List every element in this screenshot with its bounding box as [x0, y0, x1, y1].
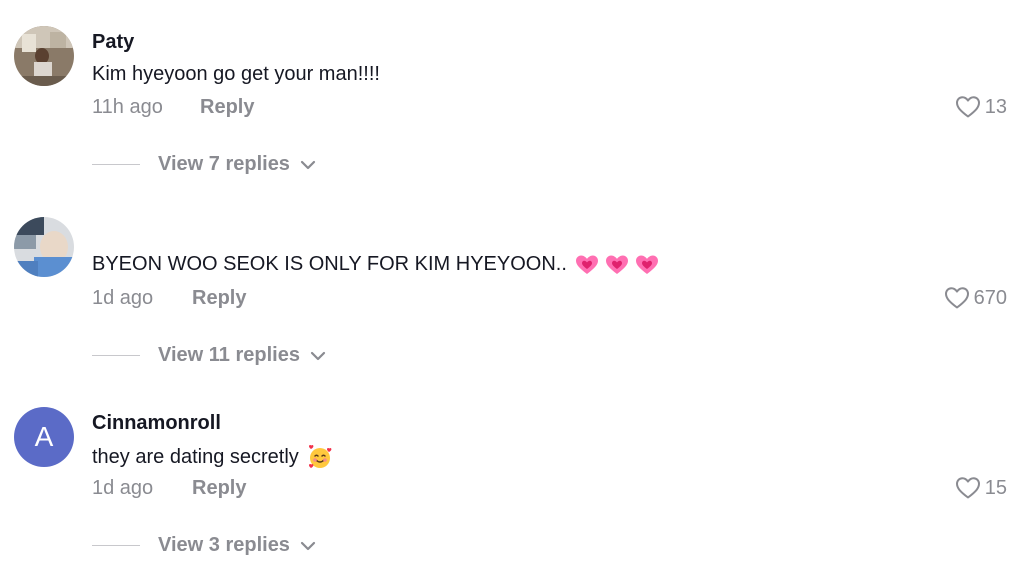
chevron-down-icon — [300, 159, 316, 171]
avatar[interactable]: A — [14, 407, 74, 467]
chevron-down-icon — [300, 540, 316, 552]
view-replies-label: View 7 replies — [158, 153, 290, 175]
view-replies-label: View 3 replies — [158, 534, 290, 556]
chevron-down-icon — [310, 350, 326, 362]
comment-meta: 1d ago Reply — [92, 287, 246, 310]
comment-timestamp: 1d ago — [92, 287, 154, 309]
like-count: 670 — [973, 286, 1007, 309]
like-count: 13 — [984, 95, 1007, 118]
comment-meta: 1d ago Reply — [92, 477, 246, 500]
avatar[interactable] — [14, 217, 74, 277]
avatar[interactable] — [14, 26, 74, 86]
view-replies-label: View 11 replies — [158, 344, 300, 366]
smiling-face-with-hearts-emoji — [307, 444, 333, 470]
divider-line — [92, 164, 140, 165]
heart-outline-icon — [955, 95, 981, 119]
pink-heart-emoji — [575, 254, 599, 276]
like-button[interactable]: 15 — [955, 476, 1007, 500]
reply-button[interactable]: Reply — [200, 96, 254, 119]
heart-outline-icon — [944, 286, 970, 310]
comment-text: they are dating secretly — [92, 444, 333, 470]
view-replies-button[interactable]: View 11 replies — [92, 344, 326, 367]
like-count: 15 — [984, 476, 1007, 499]
divider-line — [92, 545, 140, 546]
comment-username[interactable]: Paty — [92, 31, 134, 54]
comment-text-content: Kim hyeyoon go get your man!!!! — [92, 63, 380, 85]
like-button[interactable]: 670 — [944, 286, 1007, 310]
reply-button[interactable]: Reply — [192, 287, 246, 310]
view-replies-button[interactable]: View 3 replies — [92, 534, 316, 557]
divider-line — [92, 355, 140, 356]
avatar-letter: A — [34, 421, 54, 452]
reply-button[interactable]: Reply — [192, 477, 246, 500]
comment-text-content: they are dating secretly — [92, 445, 299, 468]
pink-heart-emoji — [635, 254, 659, 276]
comment-text: BYEON WOO SEOK IS ONLY FOR KIM HYEYOON.. — [92, 253, 659, 276]
pink-heart-emoji — [605, 254, 629, 276]
comment-meta: 11h ago Reply — [92, 96, 254, 119]
comment-timestamp: 1d ago — [92, 477, 154, 499]
comment-text: Kim hyeyoon go get your man!!!! — [92, 63, 380, 86]
comment-text-content: BYEON WOO SEOK IS ONLY FOR KIM HYEYOON.. — [92, 253, 567, 275]
heart-outline-icon — [955, 476, 981, 500]
like-button[interactable]: 13 — [955, 95, 1007, 119]
comment-timestamp: 11h ago — [92, 96, 163, 118]
view-replies-button[interactable]: View 7 replies — [92, 153, 316, 176]
comment-username[interactable]: Cinnamonroll — [92, 412, 221, 435]
